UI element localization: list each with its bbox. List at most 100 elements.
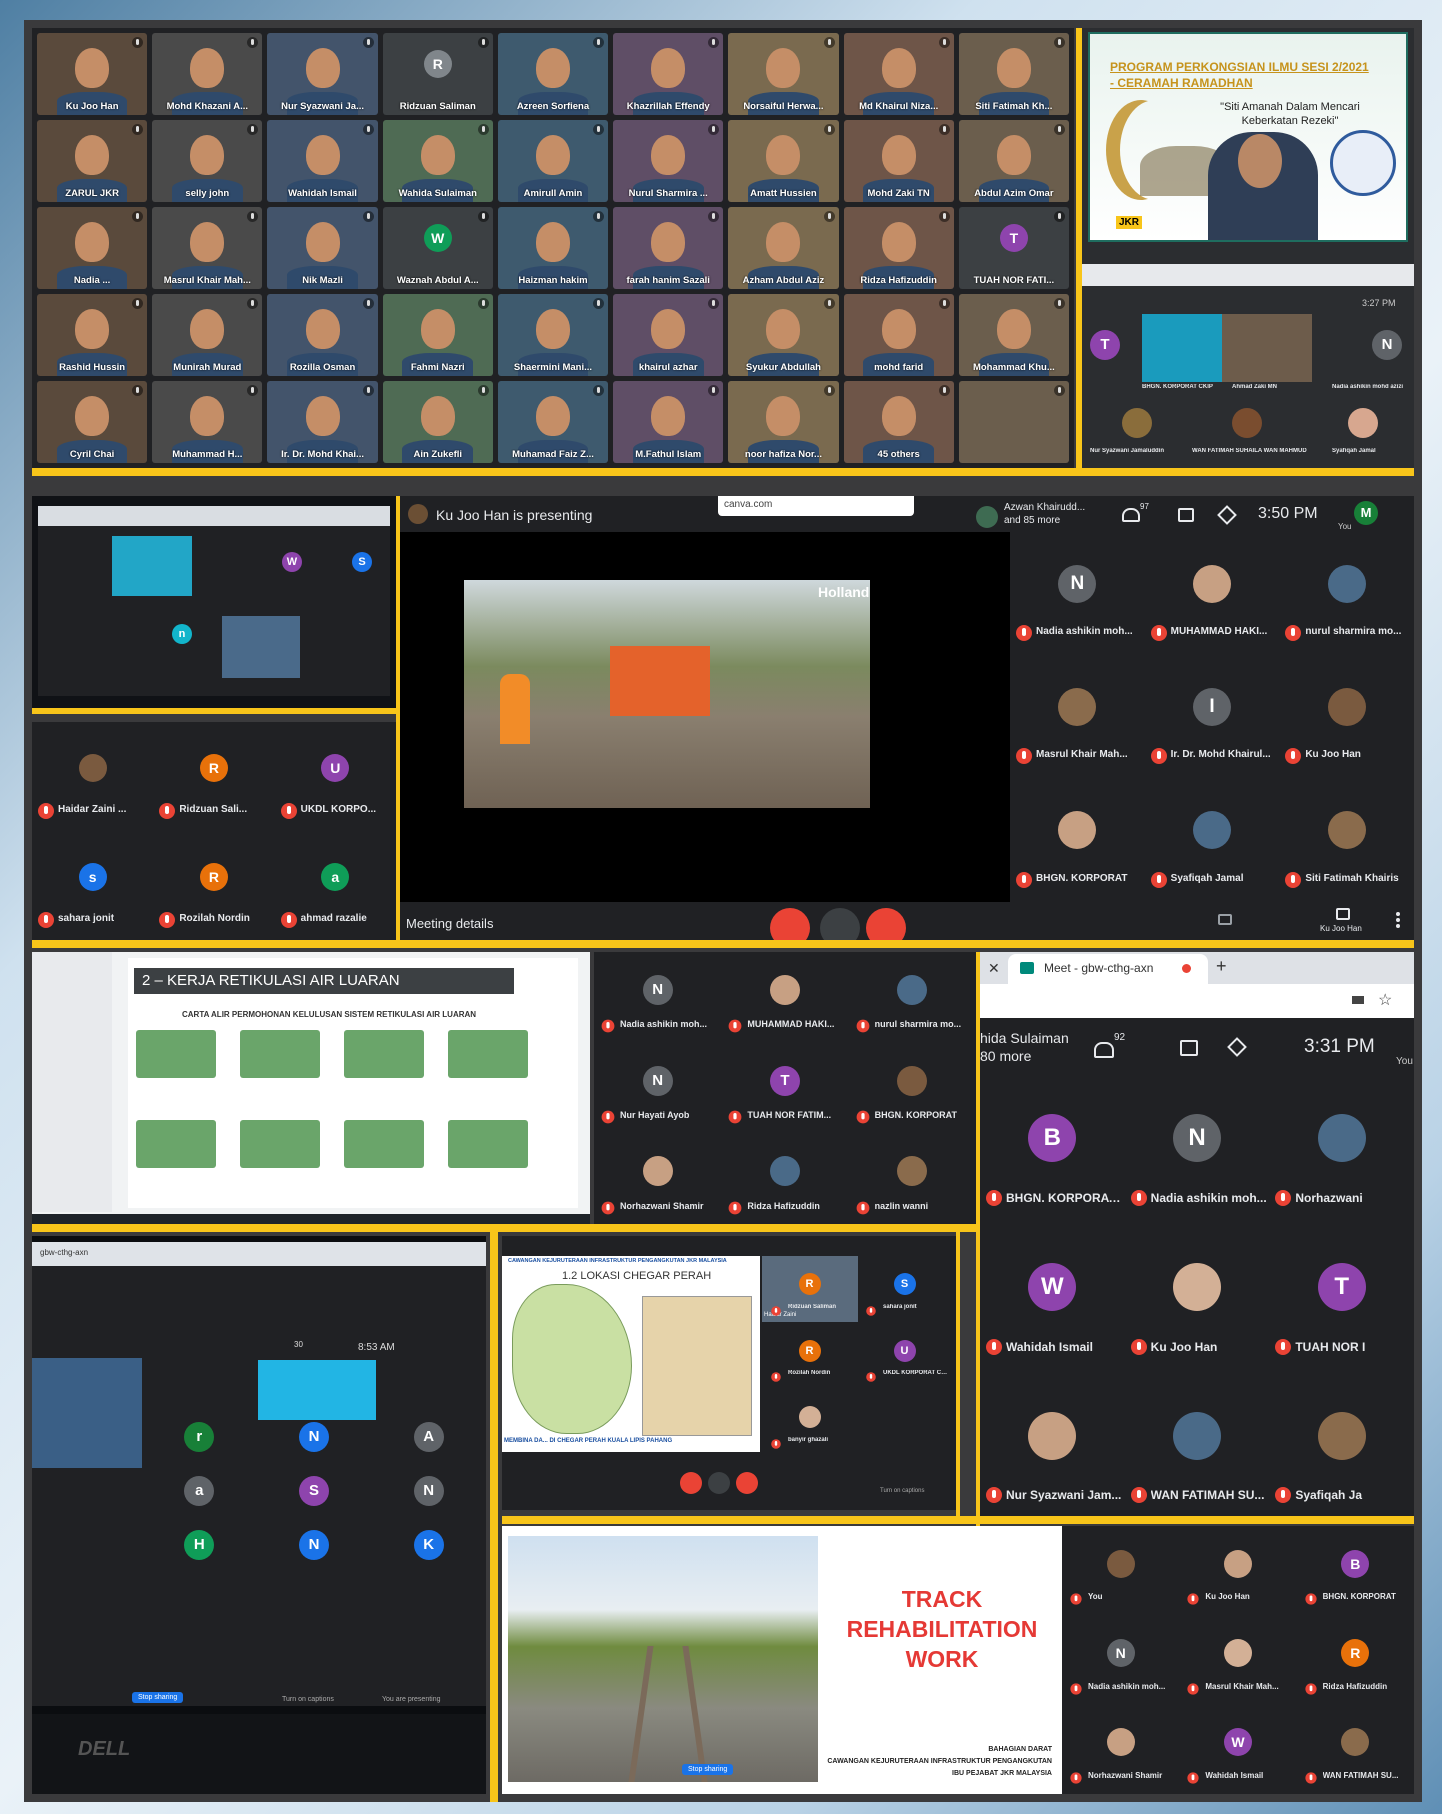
- participant-tile[interactable]: Rashid Hussin: [37, 294, 148, 376]
- people-icon[interactable]: [1094, 1042, 1114, 1058]
- participant-tile[interactable]: Cyril Chai: [37, 381, 148, 463]
- participant-tile[interactable]: farah hanim Sazali: [613, 207, 724, 289]
- participant-tile[interactable]: W Wahidah Ismail: [980, 1225, 1125, 1374]
- participant-tile[interactable]: U UKDL KORPO...: [275, 722, 396, 831]
- participant-tile[interactable]: T TUAH NOR I: [1269, 1225, 1414, 1374]
- participant-tile[interactable]: Shaermini Mani...: [497, 294, 609, 376]
- participant-tile[interactable]: T TUAH NOR FATIM...: [721, 1043, 848, 1134]
- participant-tile[interactable]: Muhammad H...: [152, 381, 263, 463]
- participant-tile[interactable]: U UKDL KORPORAT CKIP: [857, 1323, 952, 1390]
- participant-tile[interactable]: N Nadia ashikin moh...: [1125, 1076, 1270, 1225]
- participant-tile[interactable]: Mohd Khazani A...: [152, 33, 263, 115]
- participant-tile[interactable]: Azham Abdul Aziz: [728, 207, 839, 289]
- participant-tile[interactable]: Rozilla Osman: [267, 294, 378, 376]
- avatar-initial[interactable]: a: [184, 1476, 215, 1506]
- participant-tile[interactable]: mohd farid: [843, 294, 954, 376]
- participant-tile[interactable]: B BHGN. KORPORAT: [1297, 1526, 1414, 1615]
- participant-tile[interactable]: Khazrillah Effendy: [613, 33, 724, 115]
- participant-tile[interactable]: Syafiqah Jamal: [1145, 779, 1280, 902]
- end-call-button[interactable]: [820, 908, 860, 940]
- end-call-button[interactable]: [708, 1472, 730, 1494]
- present-icon[interactable]: [1336, 908, 1350, 920]
- participant-tile[interactable]: Norhazwani: [1269, 1076, 1414, 1225]
- avatar-initial[interactable]: N: [299, 1530, 329, 1560]
- avatar-initial[interactable]: A: [413, 1422, 444, 1452]
- participant-tile[interactable]: Nur Syazwani Jam...: [980, 1373, 1125, 1522]
- participant-tile[interactable]: R Ridzuan Saliman: [382, 33, 493, 115]
- participant-tile[interactable]: Wahida Sulaiman: [382, 120, 493, 202]
- activities-icon[interactable]: [1217, 505, 1237, 525]
- participant-tile[interactable]: Mohammad Khu...: [958, 294, 1069, 376]
- avatar-initial[interactable]: S: [299, 1476, 329, 1506]
- participant-tile[interactable]: Nur Syazwani Ja...: [267, 33, 378, 115]
- participant-tile[interactable]: Nadia ...: [37, 207, 148, 289]
- participant-tile[interactable]: Md Khairul Niza...: [843, 33, 954, 115]
- participant-tile[interactable]: Wahidah Ismail: [267, 120, 378, 202]
- captions-icon[interactable]: [1218, 914, 1232, 925]
- participant-tile[interactable]: Siti Fatimah Khairis: [1279, 779, 1414, 902]
- avatar-initial[interactable]: K: [413, 1530, 444, 1560]
- avatar-initial[interactable]: r: [184, 1422, 215, 1452]
- participant-tile[interactable]: R Ridzuan Saliman: [762, 1256, 857, 1323]
- participant-tile[interactable]: Syafiqah Ja: [1269, 1373, 1414, 1522]
- chat-icon[interactable]: [1178, 508, 1194, 522]
- people-icon[interactable]: [1122, 508, 1140, 522]
- participant-tile[interactable]: Masrul Khair Mah...: [152, 207, 263, 289]
- participant-tile[interactable]: Amatt Hussien: [728, 120, 839, 202]
- participant-tile[interactable]: ZARUL JKR: [37, 120, 148, 202]
- participant-tile[interactable]: Ssahara jonit: [857, 1256, 952, 1323]
- participant-tile[interactable]: khairul azhar: [613, 294, 724, 376]
- participant-tile[interactable]: Ridza Hafizuddin: [721, 1133, 848, 1224]
- camera-off-button[interactable]: [866, 908, 906, 940]
- participant-tile[interactable]: selly john: [152, 120, 263, 202]
- participant-tile[interactable]: R Rozilah Nordin: [153, 831, 274, 940]
- participant-tile[interactable]: Nurul Sharmira ...: [613, 120, 724, 202]
- participant-tile[interactable]: Ain Zukefli: [382, 381, 493, 463]
- participant-tile[interactable]: M.Fathul Islam: [613, 381, 724, 463]
- participant-tile[interactable]: B BHGN. KORPORAT ...: [980, 1076, 1125, 1225]
- participant-tile[interactable]: R Ridzuan Sali...: [153, 722, 274, 831]
- participant-tile[interactable]: Ku Joo Han: [1125, 1225, 1270, 1374]
- participant-tile[interactable]: Ku Joo Han: [37, 33, 148, 115]
- participant-tile[interactable]: nurul sharmira mo...: [1279, 532, 1414, 655]
- avatar-initial[interactable]: N: [299, 1422, 329, 1452]
- participant-tile[interactable]: BHGN. KORPORAT: [1010, 779, 1145, 902]
- participant-tile[interactable]: s sahara jonit: [32, 831, 153, 940]
- participant-tile[interactable]: Amirull Amin: [497, 120, 609, 202]
- participant-tile[interactable]: Abdul Azim Omar: [958, 120, 1069, 202]
- participant-tile[interactable]: Norsaiful Herwa...: [728, 33, 839, 115]
- participant-tile[interactable]: banyir ghazali: [762, 1389, 857, 1456]
- participant-tile[interactable]: Munirah Murad: [152, 294, 263, 376]
- star-icon[interactable]: ☆: [1378, 990, 1392, 1010]
- me-avatar[interactable]: M: [1354, 501, 1378, 525]
- participant-tile[interactable]: Haidar Zaini ...: [32, 722, 153, 831]
- participant-tile[interactable]: Haizman hakim: [497, 207, 609, 289]
- participant-tile[interactable]: Syukur Abdullah: [728, 294, 839, 376]
- participant-tile[interactable]: BHGN. KORPORAT: [849, 1043, 976, 1134]
- participant-tile[interactable]: Masrul Khair Mah...: [1010, 655, 1145, 778]
- participant-tile[interactable]: MUHAMMAD HAKI...: [1145, 532, 1280, 655]
- participant-tile[interactable]: nurul sharmira mo...: [849, 952, 976, 1043]
- mic-off-button[interactable]: [680, 1472, 702, 1494]
- participant-tile[interactable]: [958, 381, 1069, 463]
- mic-off-button[interactable]: [770, 908, 810, 940]
- participant-tile[interactable]: Ridza Hafizuddin: [843, 207, 954, 289]
- participant-tile[interactable]: 45 others: [843, 381, 954, 463]
- participant-tile[interactable]: W Waznah Abdul A...: [382, 207, 493, 289]
- participant-tile[interactable]: Fahmi Nazri: [382, 294, 493, 376]
- participant-tile[interactable]: MUHAMMAD HAKI...: [721, 952, 848, 1043]
- participant-tile[interactable]: N Nur Hayati Ayob: [594, 1043, 721, 1134]
- new-tab-button[interactable]: +: [1216, 956, 1227, 977]
- more-options-icon[interactable]: [1396, 912, 1400, 928]
- track-stop-sharing[interactable]: Stop sharing: [682, 1764, 734, 1775]
- participant-tile[interactable]: N Nadia ashikin moh...: [1010, 532, 1145, 655]
- participant-tile[interactable]: You: [1062, 1526, 1179, 1615]
- participant-tile[interactable]: WAN FATIMAH SU...: [1297, 1705, 1414, 1794]
- participant-tile[interactable]: R Rozilah Nordin: [762, 1323, 857, 1390]
- avatar-initial[interactable]: N: [413, 1476, 444, 1506]
- participant-tile[interactable]: a ahmad razalie: [275, 831, 396, 940]
- participant-tile[interactable]: nazlin wanni: [849, 1133, 976, 1224]
- participant-tile[interactable]: Norhazwani Shamir: [1062, 1705, 1179, 1794]
- tab-close-icon[interactable]: ✕: [988, 960, 1000, 977]
- participant-tile[interactable]: N Nadia ashikin moh...: [594, 952, 721, 1043]
